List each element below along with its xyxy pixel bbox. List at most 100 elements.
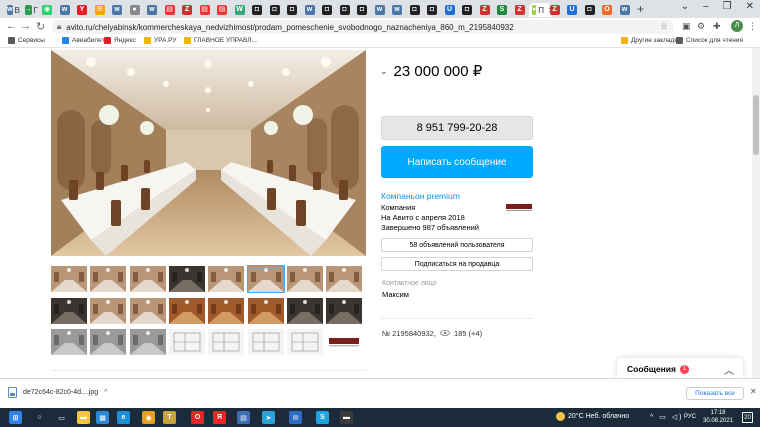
photo-thumbnail[interactable] [247,297,284,324]
task-view-icon[interactable]: ▭ [55,411,68,424]
browser-tab[interactable]: w [372,3,388,17]
subscribe-seller-button[interactable]: Подписаться на продавца [381,257,533,271]
browser-tab[interactable]: W [232,3,248,17]
photo-thumbnail[interactable] [208,297,245,324]
browser-tab[interactable]: Z [547,3,563,17]
language-indicator[interactable]: РУС [684,414,696,420]
app-icon[interactable]: T [163,411,176,424]
photo-thumbnail[interactable] [51,297,87,324]
bookmark-item[interactable]: Сервисы [8,37,45,44]
store-icon[interactable]: ▦ [96,411,109,424]
profile-avatar[interactable]: Л [731,20,743,32]
photo-thumbnail[interactable] [90,297,127,324]
forward-icon[interactable]: → [20,20,31,32]
browser-tab[interactable]: S [494,3,510,17]
seller-logo[interactable] [505,200,533,214]
browser-tab[interactable]: Y [74,3,90,17]
browser-tab[interactable]: ◘ [284,3,300,17]
browser-tab[interactable]: Z [179,3,195,17]
bookmark-star-icon[interactable]: ☆ [660,21,668,32]
bookmark-item[interactable]: Список для чтения [676,37,743,44]
system-tray-icons[interactable]: ^ ▭ ◁) [650,413,684,421]
browser-tab[interactable]: w [109,3,125,17]
address-bar[interactable]: 🔒︎ avito.ru/chelyabinsk/kommercheskaya_n… [52,20,674,34]
close-icon[interactable]: ✕ [750,387,757,396]
gear-icon[interactable]: ⚙ [697,21,705,32]
seller-name-link[interactable]: Компаньон premium [381,191,460,201]
browser-tab[interactable]: w [389,3,405,17]
bookmark-item[interactable]: Яндекс [104,37,136,44]
extension-icon[interactable]: ▣ [682,21,691,32]
browser-tab[interactable]: ▤ [197,3,213,17]
browser-tab[interactable]: ◘ [424,3,440,17]
browser-tab[interactable]: w [617,3,633,17]
photo-thumbnail[interactable] [51,266,87,292]
photo-thumbnail[interactable] [286,297,323,324]
photo-thumbnail[interactable] [286,329,323,355]
bookmark-item[interactable]: ГЛАВНОЕ УПРАВЛ... [184,37,257,44]
terminal-icon[interactable]: ▬ [340,411,353,424]
weather-widget[interactable]: 20°C Неб. облачно [556,412,629,421]
photo-thumbnail[interactable] [246,265,285,293]
chevron-up-icon[interactable]: ^ [104,389,107,396]
photo-thumbnail[interactable] [168,266,205,292]
reload-icon[interactable]: ↻ [36,20,45,33]
browser-tab[interactable]: w [57,3,73,17]
browser-tab[interactable]: w [144,3,160,17]
photo-thumbnail[interactable] [129,297,166,324]
main-listing-photo[interactable] [51,50,366,256]
yandex-browser-icon[interactable]: Я [213,411,226,424]
bookmark-item[interactable]: Другие закладки [621,37,681,44]
browser-tab[interactable]: ◘ [249,3,265,17]
photos-icon[interactable]: ▤ [237,411,250,424]
browser-tab[interactable]: ◘ [319,3,335,17]
browser-tab[interactable]: ◘ [459,3,475,17]
mail-icon[interactable]: ✉ [289,411,302,424]
browser-tab[interactable]: ✉ [92,3,108,17]
seller-ads-button[interactable]: 58 объявлений пользователя [381,238,533,252]
bookmark-item[interactable]: Авиабилеты [62,37,109,44]
browser-tab[interactable]: ▤ [162,3,178,17]
notification-center-icon[interactable]: 20 [742,412,753,423]
photo-thumbnail[interactable] [326,297,363,324]
scrollbar-thumb[interactable] [753,95,759,155]
browser-tab[interactable]: Z [477,3,493,17]
browser-tab[interactable]: ◘ [582,3,598,17]
browser-tab[interactable]: ● [127,3,143,17]
chevron-down-icon[interactable]: ⌄ [380,66,388,77]
photo-thumbnail[interactable] [51,329,87,355]
download-item[interactable]: de72c64c-82c0-4d....jpg ^ [8,387,107,398]
photo-thumbnail[interactable] [247,329,284,355]
chevron-up-icon[interactable]: ︿ [724,362,734,377]
browser-tab[interactable]: U [442,3,458,17]
photo-thumbnail[interactable] [208,266,245,292]
maximize-icon[interactable]: ❐ [723,1,732,12]
search-icon[interactable]: ○ [33,411,46,424]
photo-thumbnail[interactable] [168,297,205,324]
chrome-icon[interactable]: ◉ [142,411,155,424]
browser-tab[interactable]: ◘ [337,3,353,17]
explorer-icon[interactable]: ▬ [77,411,90,424]
browser-tab[interactable]: O [599,3,615,17]
clock[interactable]: 17:18 30.08.2021 [703,409,733,425]
photo-thumbnail[interactable] [168,329,205,355]
telegram-icon[interactable]: ➤ [262,411,275,424]
photo-thumbnail[interactable] [129,329,166,355]
browser-tab[interactable]: Z [512,3,528,17]
browser-tab[interactable]: w [302,3,318,17]
url-text[interactable]: avito.ru/chelyabinsk/kommercheskaya_nedv… [66,23,513,32]
close-icon[interactable]: ✕ [746,1,754,12]
menu-icon[interactable]: ⋮ [748,21,757,32]
photo-thumbnail[interactable] [286,266,323,292]
browser-tab[interactable]: ◘ [407,3,423,17]
opera-icon[interactable]: O [191,411,204,424]
photo-thumbnail[interactable] [208,329,245,355]
write-message-button[interactable]: Написать сообщение [381,146,533,178]
messages-widget[interactable]: Сообщения 1 ︿ [617,358,743,380]
browser-tab[interactable]: ◉ [39,3,55,17]
show-phone-button[interactable]: 8 951 799-20-28 [381,116,533,140]
back-icon[interactable]: ← [6,20,17,32]
edge-icon[interactable]: e [117,411,130,424]
tab-search-icon[interactable]: ⌄ [681,1,689,12]
photo-thumbnail[interactable] [326,266,363,292]
